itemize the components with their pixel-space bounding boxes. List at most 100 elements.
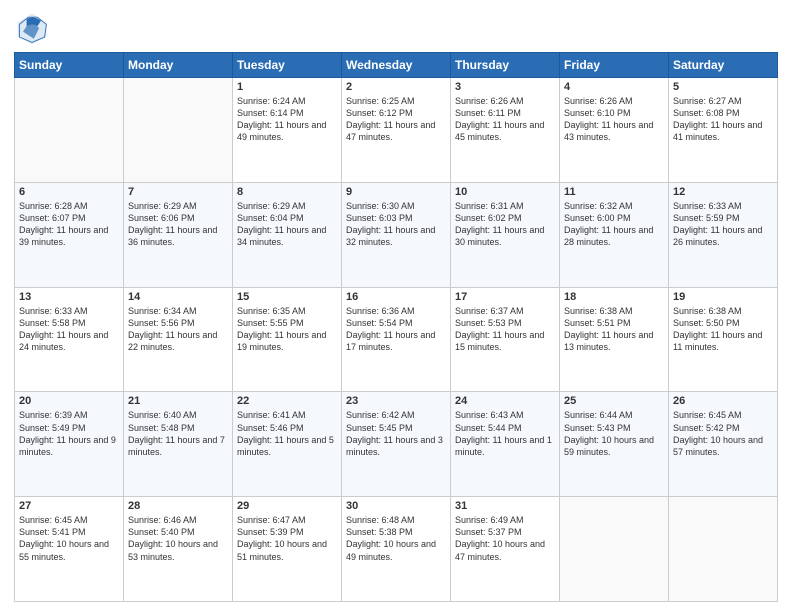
day-info: Sunrise: 6:31 AM Sunset: 6:02 PM Dayligh… (455, 200, 555, 249)
calendar-cell: 27 Sunrise: 6:45 AM Sunset: 5:41 PM Dayli… (15, 497, 124, 602)
calendar-cell (669, 497, 778, 602)
calendar-cell: 8Sunrise: 6:29 AM Sunset: 6:04 PM Daylig… (233, 182, 342, 287)
day-number: 22 (237, 395, 337, 407)
day-number: 1 (237, 81, 337, 93)
calendar-cell: 12 Sunrise: 6:33 AM Sunset: 5:59 PM Dayli… (669, 182, 778, 287)
day-info: Sunrise: 6:47 AM Sunset: 5:39 PM Dayligh… (237, 514, 337, 563)
day-info: Sunrise: 6:38 AM Sunset: 5:50 PM Dayligh… (673, 305, 773, 354)
day-number: 31 (455, 500, 555, 512)
calendar-week-row: 6 Sunrise: 6:28 AM Sunset: 6:07 PM Daylig… (15, 182, 778, 287)
calendar-cell: 13 Sunrise: 6:33 AM Sunset: 5:58 PM Dayli… (15, 287, 124, 392)
day-number: 19 (673, 291, 773, 303)
calendar-body: 1Sunrise: 6:24 AM Sunset: 6:14 PM Daylig… (15, 78, 778, 602)
day-number: 25 (564, 395, 664, 407)
calendar-cell: 9 Sunrise: 6:30 AM Sunset: 6:03 PM Daylig… (342, 182, 451, 287)
day-info: Sunrise: 6:41 AM Sunset: 5:46 PM Dayligh… (237, 409, 337, 458)
day-number: 27 (19, 500, 119, 512)
calendar-cell: 23 Sunrise: 6:42 AM Sunset: 5:45 PM Dayli… (342, 392, 451, 497)
day-info: Sunrise: 6:38 AM Sunset: 5:51 PM Dayligh… (564, 305, 664, 354)
calendar-cell: 21Sunrise: 6:40 AM Sunset: 5:48 PM Dayli… (124, 392, 233, 497)
calendar-cell: 14 Sunrise: 6:34 AM Sunset: 5:56 PM Dayli… (124, 287, 233, 392)
calendar-cell: 10 Sunrise: 6:31 AM Sunset: 6:02 PM Dayli… (451, 182, 560, 287)
day-info: Sunrise: 6:46 AM Sunset: 5:40 PM Dayligh… (128, 514, 228, 563)
day-number: 23 (346, 395, 446, 407)
day-number: 14 (128, 291, 228, 303)
day-number: 5 (673, 81, 773, 93)
logo (14, 10, 54, 46)
day-number: 24 (455, 395, 555, 407)
day-info: Sunrise: 6:43 AM Sunset: 5:44 PM Dayligh… (455, 409, 555, 458)
day-number: 18 (564, 291, 664, 303)
day-info: Sunrise: 6:28 AM Sunset: 6:07 PM Dayligh… (19, 200, 119, 249)
day-info: Sunrise: 6:30 AM Sunset: 6:03 PM Dayligh… (346, 200, 446, 249)
calendar-week-row: 1Sunrise: 6:24 AM Sunset: 6:14 PM Daylig… (15, 78, 778, 183)
day-info: Sunrise: 6:32 AM Sunset: 6:00 PM Dayligh… (564, 200, 664, 249)
weekday-header: Friday (560, 53, 669, 78)
day-info: Sunrise: 6:25 AM Sunset: 6:12 PM Dayligh… (346, 95, 446, 144)
day-number: 28 (128, 500, 228, 512)
calendar-cell: 22 Sunrise: 6:41 AM Sunset: 5:46 PM Dayli… (233, 392, 342, 497)
calendar-cell: 4 Sunrise: 6:26 AM Sunset: 6:10 PM Daylig… (560, 78, 669, 183)
calendar-table: SundayMondayTuesdayWednesdayThursdayFrid… (14, 52, 778, 602)
header-row: SundayMondayTuesdayWednesdayThursdayFrid… (15, 53, 778, 78)
weekday-header: Wednesday (342, 53, 451, 78)
calendar-week-row: 20 Sunrise: 6:39 AM Sunset: 5:49 PM Dayli… (15, 392, 778, 497)
calendar-week-row: 27 Sunrise: 6:45 AM Sunset: 5:41 PM Dayli… (15, 497, 778, 602)
calendar-cell (560, 497, 669, 602)
day-info: Sunrise: 6:45 AM Sunset: 5:42 PM Dayligh… (673, 409, 773, 458)
calendar-cell: 28 Sunrise: 6:46 AM Sunset: 5:40 PM Dayli… (124, 497, 233, 602)
calendar-cell (124, 78, 233, 183)
header (14, 10, 778, 46)
day-info: Sunrise: 6:26 AM Sunset: 6:10 PM Dayligh… (564, 95, 664, 144)
day-number: 7 (128, 186, 228, 198)
weekday-header: Thursday (451, 53, 560, 78)
calendar-header: SundayMondayTuesdayWednesdayThursdayFrid… (15, 53, 778, 78)
day-number: 6 (19, 186, 119, 198)
day-info: Sunrise: 6:42 AM Sunset: 5:45 PM Dayligh… (346, 409, 446, 458)
weekday-header: Tuesday (233, 53, 342, 78)
calendar-cell: 30Sunrise: 6:48 AM Sunset: 5:38 PM Dayli… (342, 497, 451, 602)
day-info: Sunrise: 6:45 AM Sunset: 5:41 PM Dayligh… (19, 514, 119, 563)
calendar-cell: 17Sunrise: 6:37 AM Sunset: 5:53 PM Dayli… (451, 287, 560, 392)
day-info: Sunrise: 6:33 AM Sunset: 5:59 PM Dayligh… (673, 200, 773, 249)
calendar-week-row: 13 Sunrise: 6:33 AM Sunset: 5:58 PM Dayli… (15, 287, 778, 392)
day-info: Sunrise: 6:29 AM Sunset: 6:06 PM Dayligh… (128, 200, 228, 249)
day-number: 4 (564, 81, 664, 93)
day-info: Sunrise: 6:26 AM Sunset: 6:11 PM Dayligh… (455, 95, 555, 144)
weekday-header: Sunday (15, 53, 124, 78)
day-number: 9 (346, 186, 446, 198)
day-number: 10 (455, 186, 555, 198)
calendar-cell (15, 78, 124, 183)
calendar-cell: 15 Sunrise: 6:35 AM Sunset: 5:55 PM Dayli… (233, 287, 342, 392)
day-info: Sunrise: 6:35 AM Sunset: 5:55 PM Dayligh… (237, 305, 337, 354)
day-info: Sunrise: 6:48 AM Sunset: 5:38 PM Dayligh… (346, 514, 446, 563)
calendar-cell: 1Sunrise: 6:24 AM Sunset: 6:14 PM Daylig… (233, 78, 342, 183)
weekday-header: Saturday (669, 53, 778, 78)
page: SundayMondayTuesdayWednesdayThursdayFrid… (0, 0, 792, 612)
calendar-cell: 25 Sunrise: 6:44 AM Sunset: 5:43 PM Dayli… (560, 392, 669, 497)
calendar-cell: 24 Sunrise: 6:43 AM Sunset: 5:44 PM Dayli… (451, 392, 560, 497)
day-info: Sunrise: 6:27 AM Sunset: 6:08 PM Dayligh… (673, 95, 773, 144)
day-info: Sunrise: 6:44 AM Sunset: 5:43 PM Dayligh… (564, 409, 664, 458)
calendar-cell: 6 Sunrise: 6:28 AM Sunset: 6:07 PM Daylig… (15, 182, 124, 287)
calendar-cell: 11 Sunrise: 6:32 AM Sunset: 6:00 PM Dayli… (560, 182, 669, 287)
day-info: Sunrise: 6:37 AM Sunset: 5:53 PM Dayligh… (455, 305, 555, 354)
day-info: Sunrise: 6:39 AM Sunset: 5:49 PM Dayligh… (19, 409, 119, 458)
day-number: 3 (455, 81, 555, 93)
day-info: Sunrise: 6:34 AM Sunset: 5:56 PM Dayligh… (128, 305, 228, 354)
calendar-cell: 31Sunrise: 6:49 AM Sunset: 5:37 PM Dayli… (451, 497, 560, 602)
day-number: 13 (19, 291, 119, 303)
calendar-cell: 18 Sunrise: 6:38 AM Sunset: 5:51 PM Dayli… (560, 287, 669, 392)
day-info: Sunrise: 6:33 AM Sunset: 5:58 PM Dayligh… (19, 305, 119, 354)
day-number: 20 (19, 395, 119, 407)
day-number: 12 (673, 186, 773, 198)
calendar-cell: 3 Sunrise: 6:26 AM Sunset: 6:11 PM Daylig… (451, 78, 560, 183)
day-number: 2 (346, 81, 446, 93)
day-info: Sunrise: 6:29 AM Sunset: 6:04 PM Dayligh… (237, 200, 337, 249)
day-number: 15 (237, 291, 337, 303)
calendar-cell: 20 Sunrise: 6:39 AM Sunset: 5:49 PM Dayli… (15, 392, 124, 497)
calendar-cell: 7 Sunrise: 6:29 AM Sunset: 6:06 PM Daylig… (124, 182, 233, 287)
calendar-cell: 19 Sunrise: 6:38 AM Sunset: 5:50 PM Dayli… (669, 287, 778, 392)
day-number: 11 (564, 186, 664, 198)
calendar-cell: 16Sunrise: 6:36 AM Sunset: 5:54 PM Dayli… (342, 287, 451, 392)
